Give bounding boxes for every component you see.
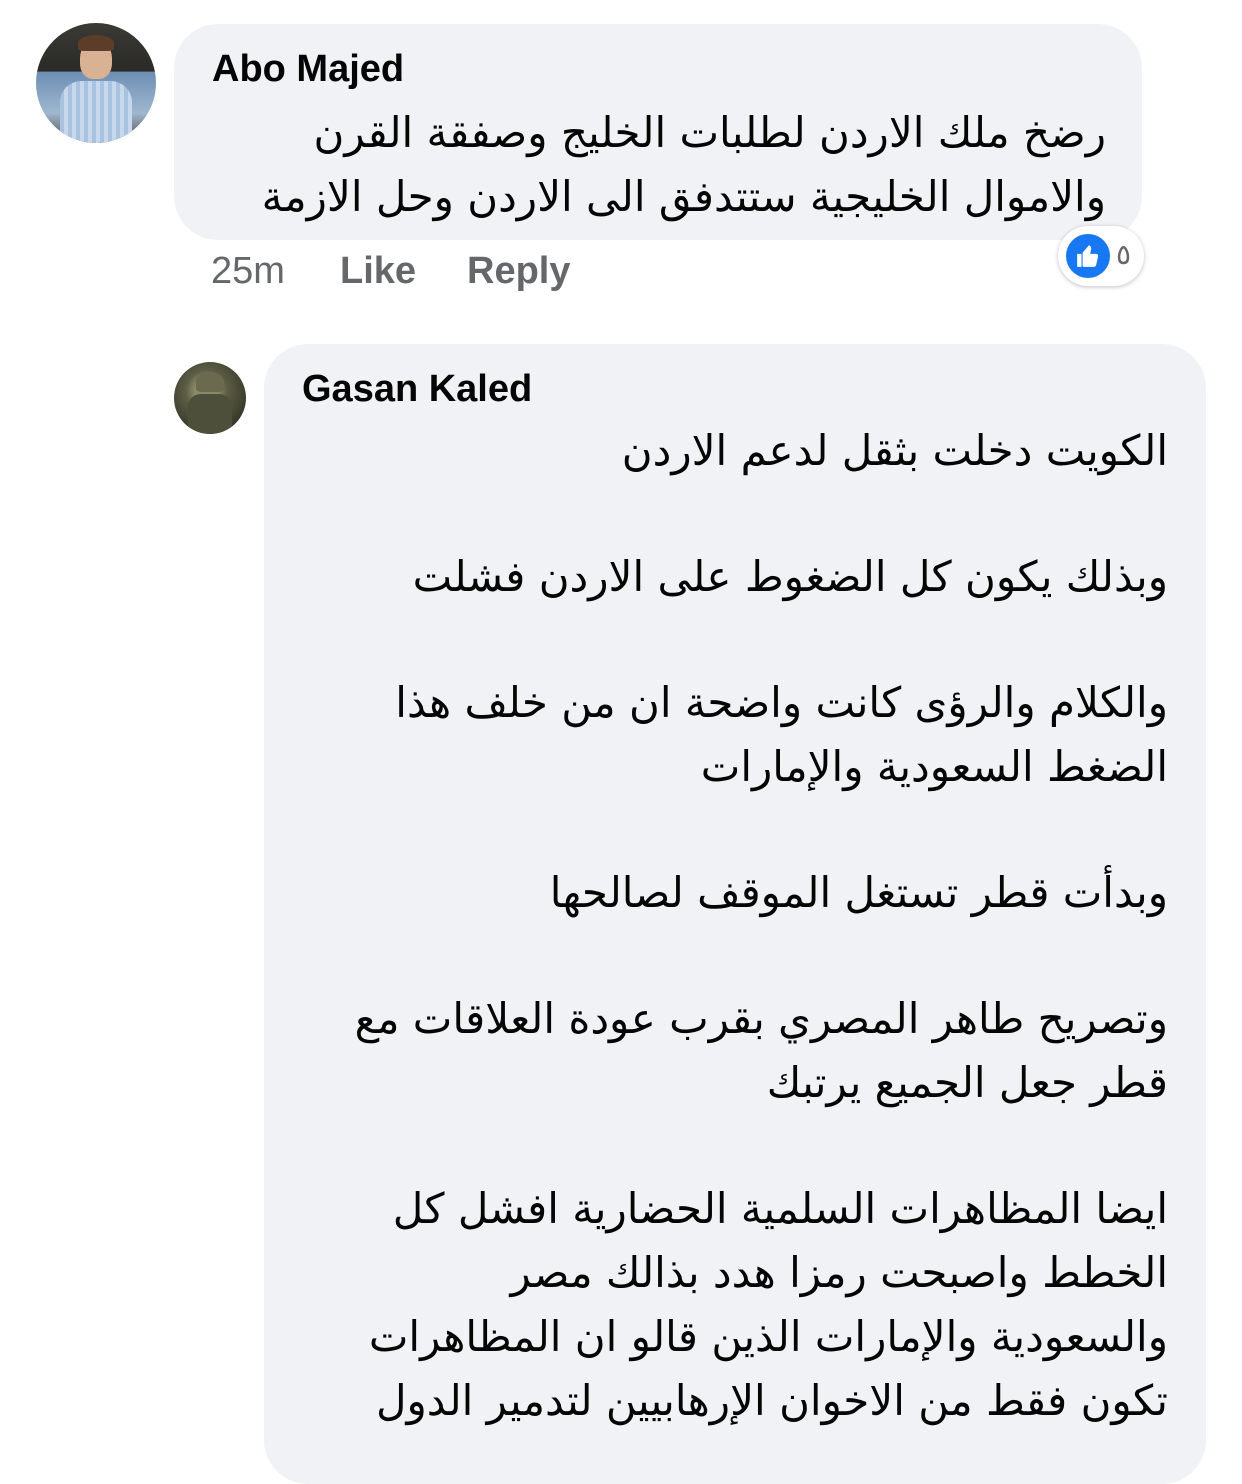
comment-text-line: وتصريح طاهر المصري بقرب عودة العلاقات مع [354,994,1168,1043]
comment-text-line: رضخ ملك الاردن لطلبات الخليج وصفقة القرن [313,108,1106,157]
avatar-abo-majed[interactable] [36,23,156,143]
thumbs-up-icon [1066,234,1110,278]
reaction-count: ٥ [1116,238,1132,271]
comment-text-line: وبذلك يكون كل الضغوط على الاردن فشلت [412,552,1168,601]
comment-author[interactable]: Abo Majed [212,48,404,91]
comment-text-line: الخطط واصبحت رمزا هدد بذالك مصر [510,1248,1168,1297]
comment-text-line: وبدأت قطر تستغل الموقف لصالحها [549,868,1168,917]
comment-text-line: والكلام والرؤى كانت واضحة ان من خلف هذا [395,678,1168,727]
avatar-shirt [60,81,132,143]
comment-bubble: Abo Majed رضخ ملك الاردن لطلبات الخليج و… [174,24,1142,240]
comment-text-line: الكويت دخلت بثقل لدعم الاردن [621,426,1168,475]
comment-text-line: والسعودية والإمارات الذين قالو ان المظاه… [368,1312,1168,1361]
comment-text-line: والاموال الخليجية ستتدفق الى الاردن وحل … [261,172,1106,221]
comment-text-line: الضغط السعودية والإمارات [700,742,1168,791]
comment-timestamp[interactable]: 25m [211,250,285,293]
reaction-summary[interactable]: ٥ [1058,226,1144,286]
comment-text-line: ايضا المظاهرات السلمية الحضارية افشل كل [392,1184,1168,1233]
comment-text-line: قطر جعل الجميع يرتبك [766,1058,1168,1107]
reply-button[interactable]: Reply [467,250,570,293]
avatar-gasan-kaled[interactable] [174,362,246,434]
comment-bubble: Gasan Kaled الكويت دخلت بثقل لدعم الاردن… [264,344,1206,1484]
avatar-hair [78,35,114,51]
like-button[interactable]: Like [340,250,416,293]
comment-author[interactable]: Gasan Kaled [302,368,532,411]
avatar-helmet [196,372,224,392]
avatar-body [188,394,232,434]
comment-text-line: تكون فقط من الاخوان الإرهابيين لتدمير ال… [375,1376,1168,1425]
